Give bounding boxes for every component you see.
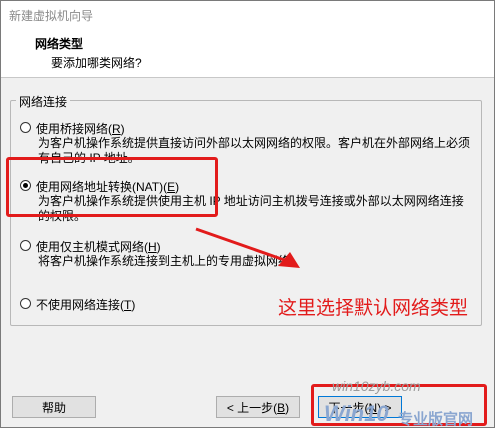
watermark-url: win10zyb.com [332, 378, 421, 394]
watermark-brand: Win10 [324, 401, 389, 426]
watermark-brand-tail: 专业版官网 [398, 411, 474, 428]
help-button[interactable]: 帮助 [12, 396, 96, 418]
annotation-text: 这里选择默认网络类型 [278, 298, 469, 319]
back-button[interactable]: < 上一步(B) [216, 396, 300, 418]
annotation-arrow-icon [195, 227, 300, 268]
